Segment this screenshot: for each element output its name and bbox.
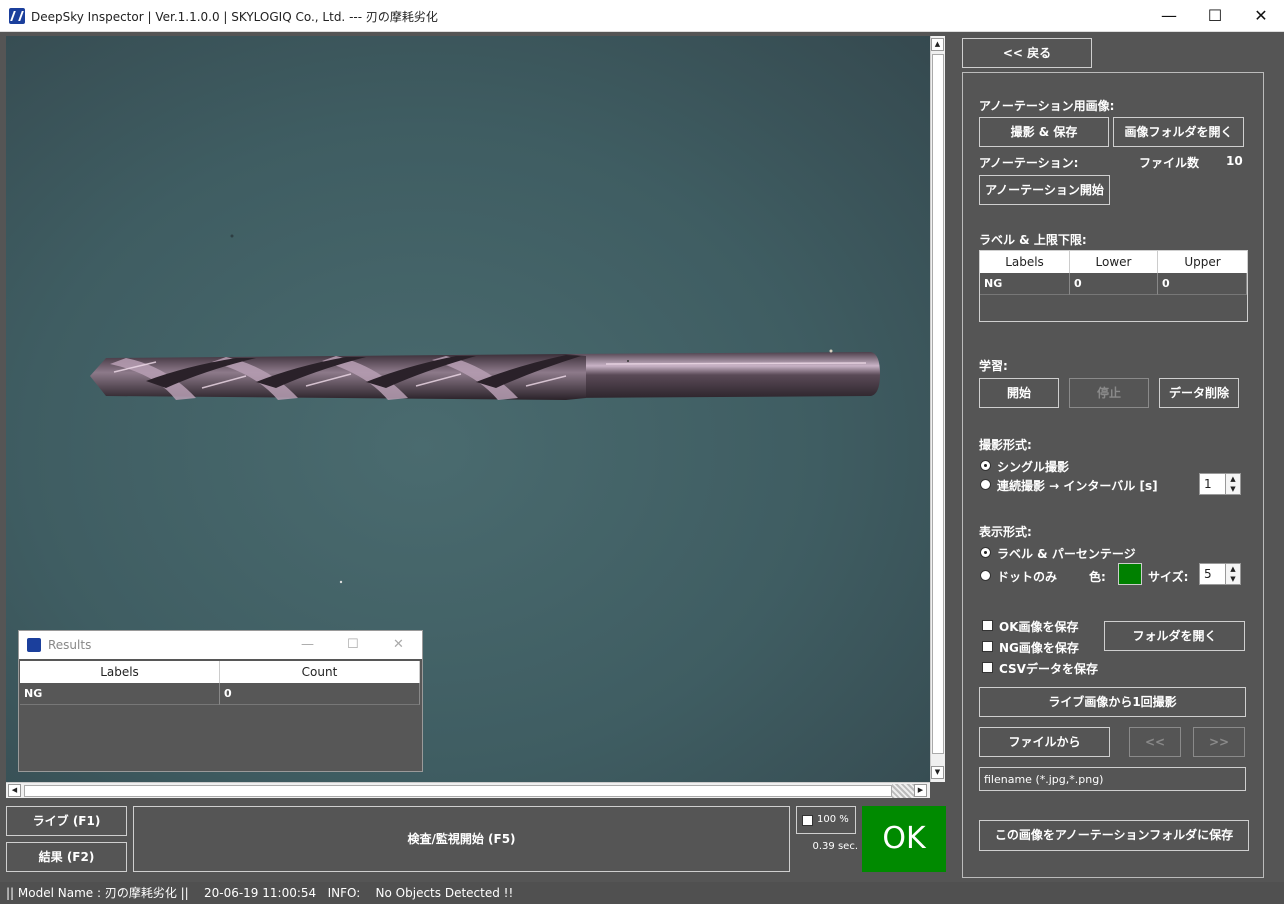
start-annotation-button[interactable]: アノーテーション開始 (979, 175, 1110, 205)
save-to-annotation-button[interactable]: この画像をアノーテーションフォルダに保存 (979, 820, 1249, 851)
limits-cell-label[interactable]: NG (980, 273, 1070, 295)
save-ng-checkbox[interactable] (982, 641, 993, 652)
status-text: || Model Name : 刃の摩耗劣化 || 20-06-19 11:00… (6, 886, 514, 900)
vertical-scroll-thumb[interactable] (932, 54, 944, 754)
app-logo-icon (27, 638, 41, 652)
label-percentage-radio[interactable] (980, 547, 991, 558)
results-button[interactable]: 結果 (F2) (6, 842, 127, 872)
results-window-title: Results (48, 638, 92, 652)
window-title: DeepSky Inspector | Ver.1.1.0.0 | SKYLOG… (31, 10, 438, 24)
zoom-100-checkbox[interactable] (802, 815, 813, 826)
title-bar: DeepSky Inspector | Ver.1.1.0.0 | SKYLOG… (0, 0, 1284, 32)
dot-color-swatch[interactable] (1118, 563, 1142, 585)
open-folder-button[interactable]: フォルダを開く (1104, 621, 1245, 651)
horizontal-scrollbar[interactable]: ◀ ▶ (6, 782, 930, 798)
from-file-button[interactable]: ファイルから (979, 727, 1110, 757)
size-spinner[interactable]: 5 ▲ ▼ (1199, 563, 1241, 585)
file-count-label: ファイル数 (1139, 156, 1200, 170)
annotation-label: アノーテーション: (979, 156, 1079, 170)
save-csv-label: CSVデータを保存 (999, 662, 1098, 676)
back-button[interactable]: << 戻る (962, 38, 1092, 68)
results-close-icon[interactable]: ✕ (393, 637, 404, 652)
results-window[interactable]: Results — ☐ ✕ Labels Count NG 0 (18, 630, 423, 772)
label-percentage-label: ラベル & パーセンテージ (997, 547, 1136, 561)
continuous-capture-label: 連続撮影 → インターバル [s] (997, 479, 1158, 493)
spin-up-icon[interactable]: ▲ (1226, 474, 1240, 484)
capture-save-button[interactable]: 撮影 & 保存 (979, 117, 1109, 147)
interval-spinner[interactable]: 1 ▲ ▼ (1199, 473, 1241, 495)
spin-up-icon[interactable]: ▲ (1226, 564, 1240, 574)
open-image-folder-button[interactable]: 画像フォルダを開く (1113, 117, 1244, 147)
minimize-button[interactable]: — (1146, 0, 1192, 32)
app-logo-icon (9, 8, 25, 24)
limits-header-labels[interactable]: Labels (980, 251, 1070, 273)
results-header-labels[interactable]: Labels (20, 661, 220, 683)
scroll-left-icon[interactable]: ◀ (8, 784, 21, 797)
maximize-button[interactable]: ☐ (1192, 0, 1238, 32)
dots-only-label: ドットのみ (997, 570, 1058, 584)
vertical-scrollbar[interactable]: ▲ ▼ (930, 36, 945, 782)
results-minimize-icon[interactable]: — (301, 637, 314, 652)
scroll-corner-grip (892, 784, 914, 798)
limits-table[interactable]: Labels Lower Upper NG 0 0 (979, 250, 1248, 322)
limits-cell-upper[interactable]: 0 (1158, 273, 1247, 295)
filename-placeholder: filename (*.jpg,*.png) (984, 773, 1104, 786)
scroll-right-icon[interactable]: ▶ (914, 784, 927, 797)
zoom-100-checkbox-group[interactable]: 100 % (796, 806, 856, 834)
elapsed-time: 0.39 sec. (812, 841, 858, 852)
save-csv-checkbox[interactable] (982, 662, 993, 673)
annotation-image-label: アノーテーション用画像: (979, 99, 1115, 113)
interval-value: 1 (1204, 477, 1212, 491)
capture-once-button[interactable]: ライブ画像から1回撮影 (979, 687, 1246, 717)
limits-cell-lower[interactable]: 0 (1070, 273, 1158, 295)
results-title-bar[interactable]: Results — ☐ ✕ (19, 631, 422, 659)
learn-stop-button[interactable]: 停止 (1069, 378, 1149, 408)
spin-down-icon[interactable]: ▼ (1226, 574, 1240, 584)
horizontal-scroll-thumb[interactable] (24, 785, 892, 797)
spin-down-icon[interactable]: ▼ (1226, 484, 1240, 494)
display-mode-label: 表示形式: (979, 525, 1032, 539)
single-capture-label: シングル撮影 (997, 460, 1070, 474)
zoom-100-label: 100 % (817, 814, 849, 825)
results-header-count[interactable]: Count (220, 661, 420, 683)
limits-header-upper[interactable]: Upper (1158, 251, 1247, 273)
close-button[interactable]: ✕ (1238, 0, 1284, 32)
dots-only-radio[interactable] (980, 570, 991, 581)
limits-header-lower[interactable]: Lower (1070, 251, 1158, 273)
learn-start-button[interactable]: 開始 (979, 378, 1059, 408)
size-label: サイズ: (1148, 570, 1189, 584)
continuous-capture-radio[interactable] (980, 479, 991, 490)
results-cell-label[interactable]: NG (20, 683, 220, 705)
capture-mode-label: 撮影形式: (979, 438, 1032, 452)
results-maximize-icon[interactable]: ☐ (347, 637, 359, 652)
inspect-start-button[interactable]: 検査/監視開始 (F5) (133, 806, 790, 872)
status-bar: || Model Name : 刃の摩耗劣化 || 20-06-19 11:00… (0, 882, 1284, 904)
learning-label: 学習: (979, 359, 1008, 373)
save-ng-label: NG画像を保存 (999, 641, 1079, 655)
color-label: 色: (1089, 570, 1106, 584)
size-value: 5 (1204, 567, 1212, 581)
next-image-button[interactable]: >> (1193, 727, 1245, 757)
file-count-value: 10 (1226, 154, 1243, 168)
live-button[interactable]: ライブ (F1) (6, 806, 127, 836)
prev-image-button[interactable]: << (1129, 727, 1181, 757)
single-capture-radio[interactable] (980, 460, 991, 471)
delete-data-button[interactable]: データ削除 (1159, 378, 1239, 408)
filename-field[interactable]: filename (*.jpg,*.png) (979, 767, 1246, 791)
scroll-up-icon[interactable]: ▲ (931, 38, 944, 51)
scroll-down-icon[interactable]: ▼ (931, 766, 944, 779)
save-ok-label: OK画像を保存 (999, 620, 1079, 634)
size-spinner-arrows[interactable]: ▲ ▼ (1225, 564, 1240, 584)
interval-spinner-arrows[interactable]: ▲ ▼ (1225, 474, 1240, 494)
judgement-result: OK (862, 806, 946, 872)
label-limits-label: ラベル & 上限下限: (979, 233, 1087, 247)
save-ok-checkbox[interactable] (982, 620, 993, 631)
results-cell-count[interactable]: 0 (220, 683, 420, 705)
